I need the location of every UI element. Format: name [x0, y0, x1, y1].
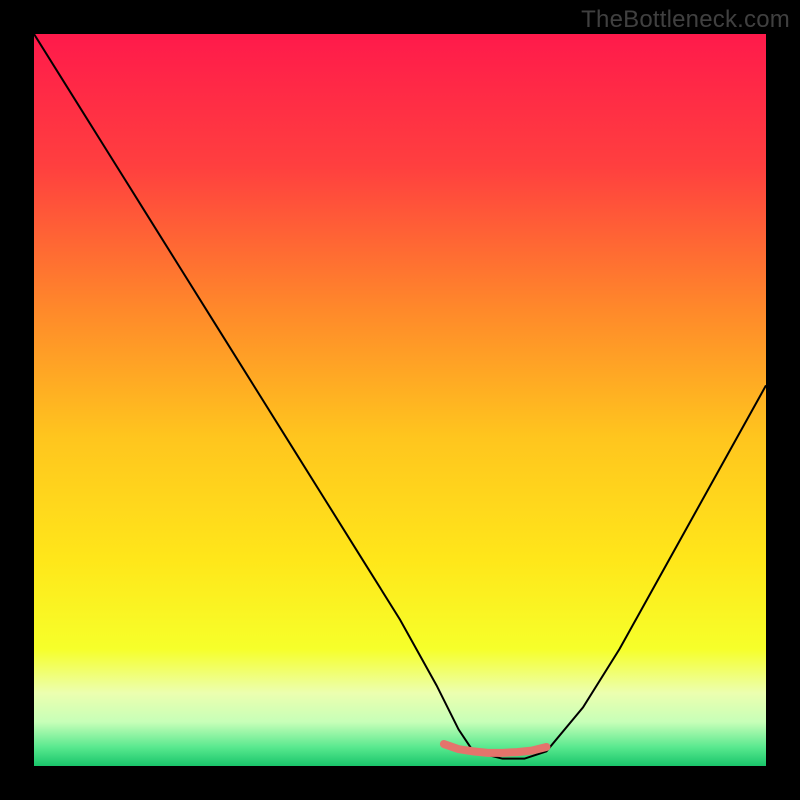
curve-layer [34, 34, 766, 766]
marker-segment [444, 744, 546, 753]
bottleneck-curve [34, 34, 766, 759]
chart-frame: TheBottleneck.com [0, 0, 800, 800]
plot-area [34, 34, 766, 766]
watermark-text: TheBottleneck.com [581, 6, 790, 34]
